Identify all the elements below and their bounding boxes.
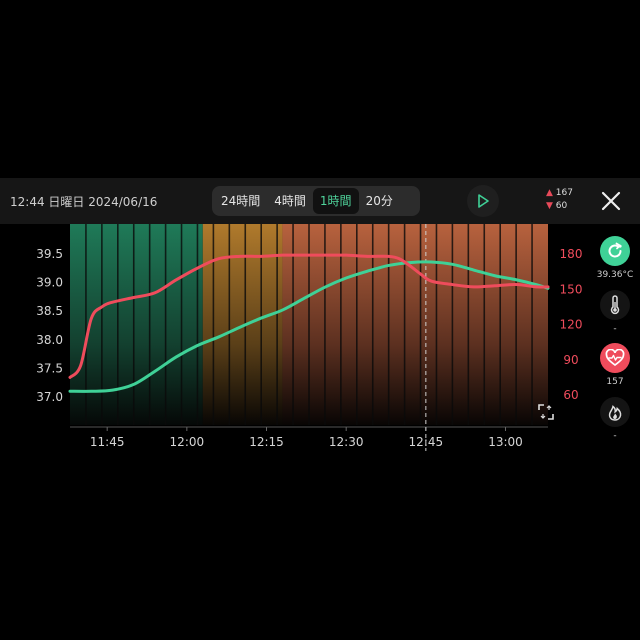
close-button[interactable] bbox=[596, 186, 626, 216]
hr-min-value: 60 bbox=[555, 201, 568, 211]
tab-4h[interactable]: 4時間 bbox=[267, 188, 313, 214]
y-left-tick-label: 38.0 bbox=[36, 333, 63, 347]
y-right-tick-label: 150 bbox=[560, 282, 583, 296]
temperature-button[interactable] bbox=[600, 236, 630, 266]
thermometer-circle bbox=[600, 290, 630, 320]
time-range-tabs: 24時間 4時間 1時間 20分 bbox=[212, 186, 420, 216]
expand-icon[interactable] bbox=[537, 403, 555, 421]
play-button[interactable] bbox=[467, 185, 499, 217]
y-left-tick-label: 37.5 bbox=[36, 361, 63, 375]
temperature-value: 39.36°C bbox=[596, 270, 634, 280]
y-left-tick-label: 38.5 bbox=[36, 304, 63, 318]
tab-1h[interactable]: 1時間 bbox=[312, 188, 359, 214]
flame-icon bbox=[608, 405, 622, 421]
tab-24h[interactable]: 24時間 bbox=[214, 188, 267, 214]
y-right-tick-label: 60 bbox=[563, 388, 578, 402]
y-right-tick-label: 180 bbox=[560, 247, 583, 261]
heart-pulse-icon bbox=[605, 349, 625, 367]
play-icon bbox=[478, 194, 489, 208]
x-tick-label: 12:30 bbox=[329, 435, 364, 449]
heart-rate-button[interactable] bbox=[600, 343, 630, 373]
thermometer-button[interactable] bbox=[600, 290, 630, 320]
y-left-tick-label: 37.0 bbox=[36, 390, 63, 404]
y-right-tick-label: 120 bbox=[560, 318, 583, 332]
x-tick-label: 13:00 bbox=[488, 435, 523, 449]
top-bar: 12:44 日曜日 2024/06/16 24時間 4時間 1時間 20分 ▲ … bbox=[0, 178, 640, 224]
flame-circle bbox=[600, 397, 630, 427]
temperature-circle bbox=[600, 236, 630, 266]
min-arrow-icon: ▼ bbox=[546, 201, 553, 211]
datetime-label: 12:44 日曜日 2024/06/16 bbox=[10, 195, 158, 209]
thermometer-icon bbox=[610, 295, 620, 315]
refresh-icon bbox=[608, 242, 622, 258]
heart-rate-value: 157 bbox=[606, 377, 624, 387]
hr-max-value: 167 bbox=[555, 188, 573, 198]
x-tick-label: 11:45 bbox=[90, 435, 125, 449]
x-tick-label: 12:15 bbox=[249, 435, 284, 449]
vitals-chart: 39.5 39.0 38.5 38.0 37.5 37.0 180 150 120 90 60 11:… bbox=[36, 224, 583, 451]
flame-button[interactable] bbox=[600, 397, 630, 427]
y-right-tick-label: 90 bbox=[563, 353, 578, 367]
thermometer-value: - bbox=[613, 324, 617, 334]
heart-rate-circle bbox=[600, 343, 630, 373]
y-left-tick-label: 39.0 bbox=[36, 276, 63, 290]
tab-20m[interactable]: 20分 bbox=[359, 188, 400, 214]
y-left-tick-label: 39.5 bbox=[36, 247, 63, 261]
close-icon bbox=[601, 191, 621, 211]
heart-rate-range: ▲ 167 ▼ 60 bbox=[546, 187, 573, 213]
flame-value: - bbox=[613, 431, 617, 441]
x-tick-label: 12:00 bbox=[170, 435, 205, 449]
max-arrow-icon: ▲ bbox=[546, 188, 553, 198]
